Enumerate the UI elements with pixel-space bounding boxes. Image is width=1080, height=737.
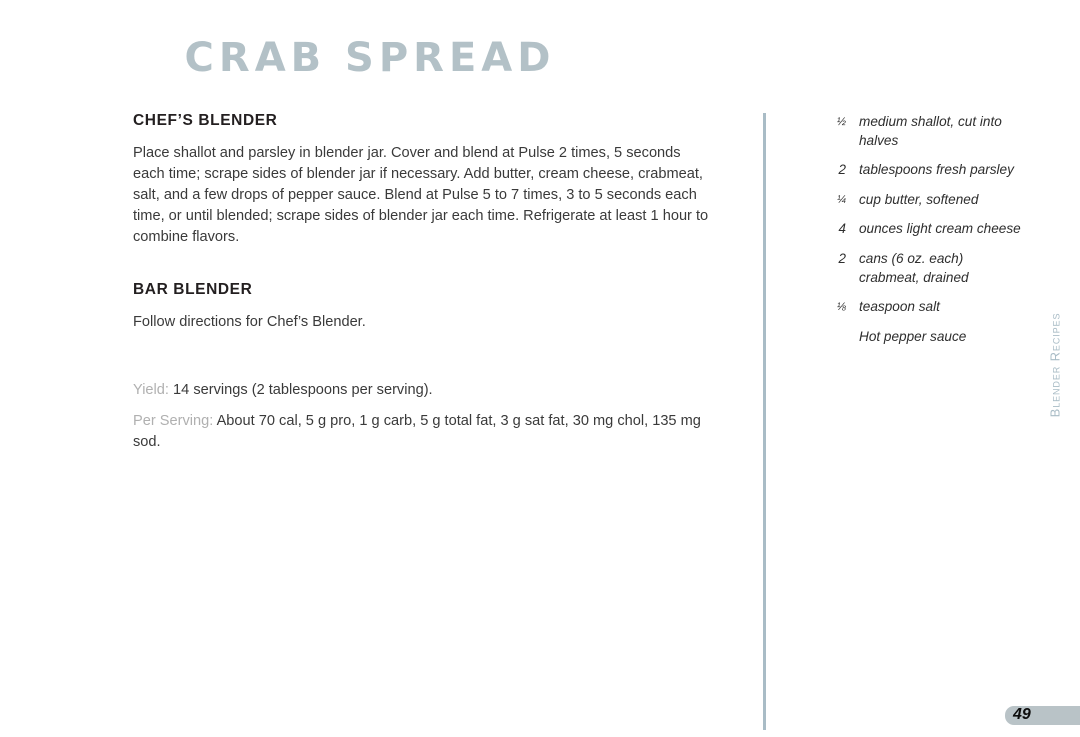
ingredient-text: ounces light cream cheese: [859, 221, 1021, 237]
instructions-column: CHEF’S BLENDER Place shallot and parsley…: [133, 112, 713, 453]
section-heading: CHEF’S BLENDER: [133, 112, 278, 129]
list-item: 2 tablespoons fresh parsley: [826, 161, 1022, 180]
list-item: 2 cans (6 oz. each) crabmeat, drained: [826, 250, 1022, 287]
section-bar-blender: BAR BLENDER Follow directions for Chef’s…: [133, 281, 713, 333]
ingredient-text: cans (6 oz. each) crabmeat, drained: [859, 250, 969, 285]
yield-value: 14 servings (2 tablespoons per serving).: [173, 382, 433, 399]
yield-label: Yield:: [133, 382, 169, 399]
chapter-tab-label: Blender Recipes: [1047, 312, 1063, 418]
list-item: ⅛ teaspoon salt: [826, 298, 1022, 317]
ingredient-quantity: 4: [838, 221, 846, 237]
section-body: Follow directions for Chef’s Blender.: [133, 313, 366, 330]
section-body: Place shallot and parsley in blender jar…: [133, 145, 709, 245]
ingredient-text: tablespoons fresh parsley: [859, 162, 1014, 178]
ingredient-text: medium shallot, cut into halves: [859, 114, 1002, 148]
list-item: Hot pepper sauce: [826, 328, 1022, 347]
list-item: ½ medium shallot, cut into halves: [826, 113, 1022, 150]
page-title: CRAB SPREAD: [184, 35, 556, 81]
per-serving-label: Per Serving:: [133, 413, 214, 430]
ingredient-text: cup butter, softened: [859, 191, 979, 207]
ingredient-quantity: ⅛: [836, 301, 846, 314]
recipe-notes: Yield: 14 servings (2 tablespoons per se…: [133, 380, 713, 453]
ingredient-quantity: ½: [836, 116, 846, 128]
ingredient-text: Hot pepper sauce: [859, 328, 967, 344]
page-number: 49: [1013, 706, 1031, 723]
per-serving-value: About 70 cal, 5 g pro, 1 g carb, 5 g tot…: [133, 413, 701, 451]
list-item: 4 ounces light cream cheese: [826, 220, 1022, 239]
ingredient-quantity: 2: [838, 250, 846, 266]
chapter-tab: Blender Recipes: [1044, 300, 1066, 430]
ingredient-quantity: ¼: [836, 193, 846, 206]
ingredient-quantity: 2: [838, 162, 846, 178]
yield-line: Yield: 14 servings (2 tablespoons per se…: [133, 380, 713, 401]
column-divider: [763, 113, 766, 730]
list-item: ¼ cup butter, softened: [826, 191, 1022, 210]
ingredients-list: ½ medium shallot, cut into halves 2 tabl…: [826, 113, 1022, 346]
ingredient-text: teaspoon salt: [859, 299, 940, 315]
section-chefs-blender: CHEF’S BLENDER Place shallot and parsley…: [133, 112, 713, 248]
per-serving-line: Per Serving: About 70 cal, 5 g pro, 1 g …: [133, 411, 713, 453]
section-heading: BAR BLENDER: [133, 280, 253, 298]
